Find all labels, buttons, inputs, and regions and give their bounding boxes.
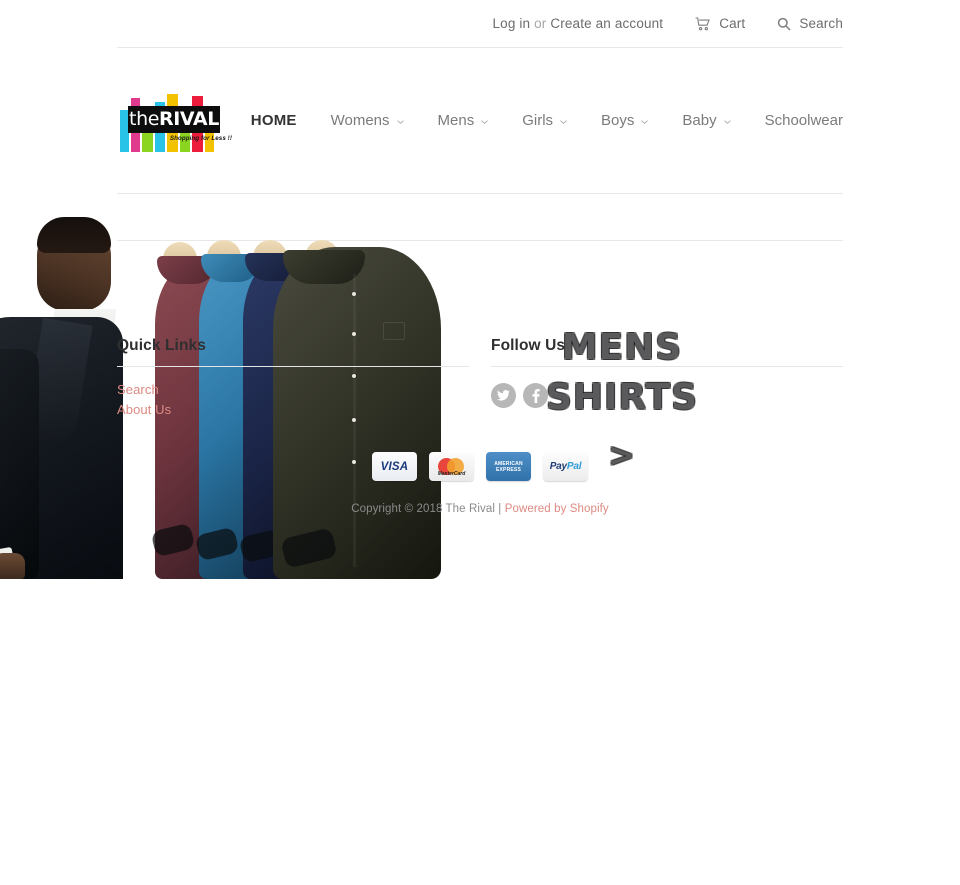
quick-links-list: Search About Us [117,367,469,419]
masthead: theRIVAL Shopping for Less !! HOME Women… [117,48,843,193]
nav-label: HOME [250,112,297,129]
topbar-container: Log in or Create an account Cart Search [117,0,843,47]
footer-column-quick-links: Quick Links Search About Us [117,337,469,419]
login-link[interactable]: Log in [493,16,531,31]
facebook-icon[interactable] [523,383,548,408]
paypal-label-pay: Pay [549,461,567,472]
footer-link-search[interactable]: Search [117,380,469,400]
nav-item-boys[interactable]: Boys [601,112,649,129]
paypal-label-pal: Pal [566,461,582,472]
logo-nameplate: theRIVAL [128,105,220,133]
paypal-badge: Pay Pal [543,452,588,481]
mastercard-badge: MasterCard [429,452,474,481]
nav-label: Girls [522,112,554,129]
cart-label: Cart [719,16,746,31]
chevron-down-icon [641,119,649,124]
amex-badge: AMERICAN EXPRESS [486,452,531,481]
visa-badge: VISA [372,452,417,481]
mastercard-label: MasterCard [437,471,466,477]
site-footer: Quick Links Search About Us Follow Us VI… [117,241,843,515]
nav-item-mens[interactable]: Mens [438,112,489,129]
social-links [491,367,843,408]
nav-label: Womens [330,112,390,129]
nav-item-womens[interactable]: Womens [331,112,404,129]
banner-container: MENS SHIRTS > [0,194,843,579]
logo-rival: RIVAL [159,107,219,130]
masthead-container: theRIVAL Shopping for Less !! HOME Women… [117,48,843,193]
copyright-text: Copyright © 2018 The Rival | [351,503,502,515]
twitter-icon[interactable] [491,383,516,408]
chevron-down-icon [723,119,731,124]
footer-column-follow-us: Follow Us [491,337,843,419]
copyright-line: Copyright © 2018 The Rival | Powered by … [117,481,843,515]
utility-bar: Log in or Create an account Cart Search [117,0,843,47]
logo-tagline: Shopping for Less !! [169,134,232,142]
shopping-cart-icon [695,16,711,31]
nav-label: Mens [437,112,475,129]
search-link[interactable]: Search [777,16,843,31]
payment-methods: VISA MasterCard AMERICAN EXPRESS Pay Pal [117,419,843,481]
footer-link-about-us[interactable]: About Us [117,400,469,420]
quick-links-title: Quick Links [117,337,206,354]
nav-item-home[interactable]: HOME [251,112,297,129]
nav-label: Schoolwear [764,112,843,129]
footer-columns: Quick Links Search About Us Follow Us [117,337,843,419]
follow-us-title: Follow Us [491,337,566,354]
chevron-down-icon [481,119,489,124]
powered-by-shopify-link[interactable]: Powered by Shopify [505,503,609,515]
magnifier-icon [777,17,791,31]
main-navigation: HOME Womens Mens Girls Boys Baby Schoolw… [251,112,843,129]
chevron-down-icon [560,119,567,124]
utility-bar-items: Log in or Create an account Cart Search [493,16,843,31]
logo-the: the [129,107,160,130]
storefront-page: Log in or Create an account Cart Search … [0,0,960,885]
account-links: Log in or Create an account [493,16,664,31]
site-logo[interactable]: theRIVAL Shopping for Less !! [120,90,232,152]
nav-item-baby[interactable]: Baby [682,112,731,129]
or-label: or [534,16,547,31]
nav-label: Baby [682,112,717,129]
chevron-down-icon [396,119,404,124]
search-label: Search [799,16,843,31]
cart-link[interactable]: Cart [695,16,745,31]
nav-item-schoolwear[interactable]: Schoolwear [765,112,843,129]
logo-wordmark: theRIVAL [129,107,219,130]
nav-label: Boys [601,112,635,129]
nav-item-girls[interactable]: Girls [522,112,567,129]
create-account-link[interactable]: Create an account [550,16,663,31]
